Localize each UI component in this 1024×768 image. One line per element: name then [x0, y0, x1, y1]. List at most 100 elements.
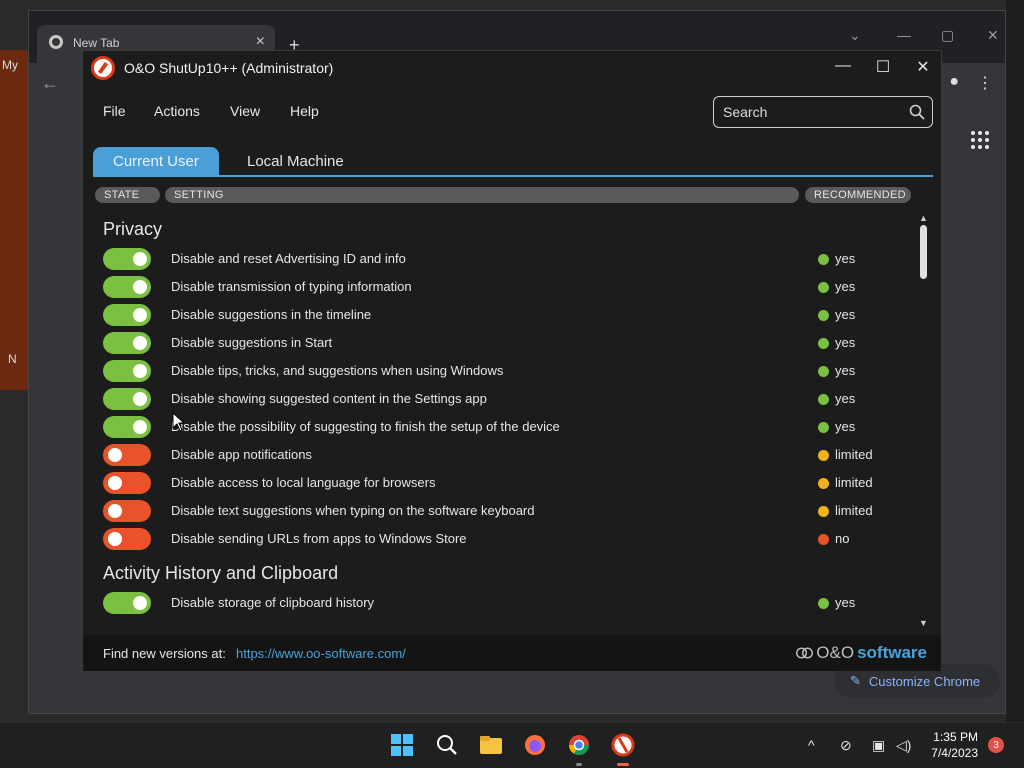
setting-row[interactable]: Disable suggestions in Start yes	[93, 329, 913, 357]
setting-label: Disable app notifications	[171, 447, 312, 462]
network-icon[interactable]: ⊘	[840, 737, 852, 754]
setting-label: Disable and reset Advertising ID and inf…	[171, 251, 406, 266]
setting-toggle[interactable]	[103, 248, 151, 270]
recommendation-dot-icon	[818, 478, 829, 489]
menu-file[interactable]: File	[103, 103, 126, 119]
close-button[interactable]: ✕	[908, 57, 938, 77]
setting-toggle[interactable]	[103, 332, 151, 354]
scroll-down-arrow-icon[interactable]: ▼	[919, 618, 928, 628]
tab-local-machine[interactable]: Local Machine	[227, 147, 364, 176]
toggle-knob	[133, 252, 147, 266]
scope-tabs: Current User Local Machine	[93, 147, 933, 177]
recommendation-label: limited	[835, 503, 873, 518]
profile-icon[interactable]: ●	[949, 73, 959, 93]
recommendation-dot-icon	[818, 366, 829, 377]
maximize-icon[interactable]: ▢	[941, 27, 954, 44]
recommendation-label: yes	[835, 391, 856, 406]
apps-grid-icon[interactable]	[971, 131, 989, 149]
setting-row[interactable]: Disable storage of clipboard history yes	[93, 589, 913, 617]
menu-help[interactable]: Help	[290, 103, 319, 119]
recommendation-dot-icon	[818, 394, 829, 405]
recommendation-dot-icon	[818, 338, 829, 349]
setting-toggle[interactable]	[103, 592, 151, 614]
shutup10-active-indicator	[617, 763, 629, 766]
oo-logo-icon	[796, 647, 814, 659]
setting-toggle[interactable]	[103, 528, 151, 550]
mouse-cursor-icon	[172, 412, 186, 432]
chrome-icon[interactable]	[567, 733, 591, 757]
setting-toggle[interactable]	[103, 304, 151, 326]
search-icon[interactable]	[435, 733, 459, 757]
recommendation-dot-icon	[818, 534, 829, 545]
more-menu-icon[interactable]: ⋮	[977, 73, 993, 93]
menu-view[interactable]: View	[230, 103, 260, 119]
shutup10-icon[interactable]	[611, 733, 635, 757]
setting-row[interactable]: Disable suggestions in the timeline yes	[93, 301, 913, 329]
setting-row[interactable]: Disable app notifications limited	[93, 441, 913, 469]
file-explorer-icon[interactable]	[479, 733, 503, 757]
footer-bar: Find new versions at: https://www.oo-sof…	[83, 635, 941, 671]
setting-row[interactable]: Disable transmission of typing informati…	[93, 273, 913, 301]
window-title: O&O ShutUp10++ (Administrator)	[124, 60, 334, 76]
setting-toggle[interactable]	[103, 388, 151, 410]
vertical-scrollbar[interactable]: ▲ ▼	[917, 211, 931, 631]
setting-row[interactable]: Disable the possibility of suggesting to…	[93, 413, 913, 441]
toggle-knob	[133, 392, 147, 406]
toggle-knob	[108, 532, 122, 546]
setting-row[interactable]: Disable tips, tricks, and suggestions wh…	[93, 357, 913, 385]
toggle-knob	[108, 504, 122, 518]
clock-date: 7/4/2023	[931, 746, 978, 760]
toggle-knob	[133, 280, 147, 294]
close-icon[interactable]: ×	[256, 33, 265, 51]
maximize-button[interactable]: ☐	[868, 57, 898, 77]
notification-badge[interactable]: 3	[988, 737, 1004, 753]
setting-row[interactable]: Disable and reset Advertising ID and inf…	[93, 245, 913, 273]
minimize-icon[interactable]: —	[897, 27, 911, 43]
setting-toggle[interactable]	[103, 500, 151, 522]
display-icon[interactable]: ▣	[872, 737, 885, 754]
setting-row[interactable]: Disable text suggestions when typing on …	[93, 497, 913, 525]
section-title: Activity History and Clipboard	[103, 563, 339, 583]
setting-toggle[interactable]	[103, 444, 151, 466]
scroll-up-arrow-icon[interactable]: ▲	[919, 213, 928, 223]
customize-chrome-label: Customize Chrome	[868, 673, 981, 689]
setting-row[interactable]: Disable showing suggested content in the…	[93, 385, 913, 413]
setting-toggle[interactable]	[103, 276, 151, 298]
scroll-thumb[interactable]	[920, 225, 927, 279]
close-icon[interactable]: ✕	[987, 27, 999, 44]
recommendation-label: yes	[835, 307, 856, 322]
setting-row[interactable]: Disable access to local language for bro…	[93, 469, 913, 497]
recommendation-dot-icon	[818, 422, 829, 433]
setting-toggle[interactable]	[103, 360, 151, 382]
back-arrow-icon[interactable]: ←	[41, 73, 59, 94]
search-box[interactable]	[713, 96, 933, 128]
recommendation-dot-icon	[818, 450, 829, 461]
website-link[interactable]: https://www.oo-software.com/	[236, 646, 406, 661]
column-header-setting[interactable]: SETTING	[165, 187, 799, 203]
chevron-up-icon[interactable]: ^	[808, 737, 815, 753]
tab-current-user[interactable]: Current User	[93, 147, 219, 176]
recommendation-label: yes	[835, 363, 856, 378]
search-icon[interactable]	[908, 103, 926, 121]
firefox-icon[interactable]	[523, 733, 547, 757]
column-header-recommended[interactable]: RECOMMENDED	[805, 187, 911, 203]
brand-prefix: O&O	[816, 643, 855, 662]
recommendation-dot-icon	[818, 310, 829, 321]
setting-label: Disable suggestions in Start	[171, 335, 333, 350]
recommendation-label: yes	[835, 595, 856, 610]
windows-start-icon[interactable]	[390, 733, 414, 757]
title-bar: O&O ShutUp10++ (Administrator) — ☐ ✕	[83, 51, 941, 85]
volume-icon[interactable]: ◁)	[896, 737, 911, 754]
setting-row[interactable]: Disable sending URLs from apps to Window…	[93, 525, 913, 553]
chevron-down-icon[interactable]: ⌄	[849, 27, 861, 44]
clock[interactable]: 1:35 PM 7/4/2023	[926, 729, 978, 761]
setting-toggle[interactable]	[103, 416, 151, 438]
search-input[interactable]	[723, 103, 903, 121]
setting-toggle[interactable]	[103, 472, 151, 494]
column-header-state[interactable]: STATE	[95, 187, 160, 203]
minimize-button[interactable]: —	[828, 57, 858, 75]
recommendation-label: limited	[835, 447, 873, 462]
recommendation-label: yes	[835, 419, 856, 434]
taskbar: ^ ⊘ ▣ ◁) 1:35 PM 7/4/2023 3	[0, 722, 1024, 768]
menu-actions[interactable]: Actions	[154, 103, 200, 119]
